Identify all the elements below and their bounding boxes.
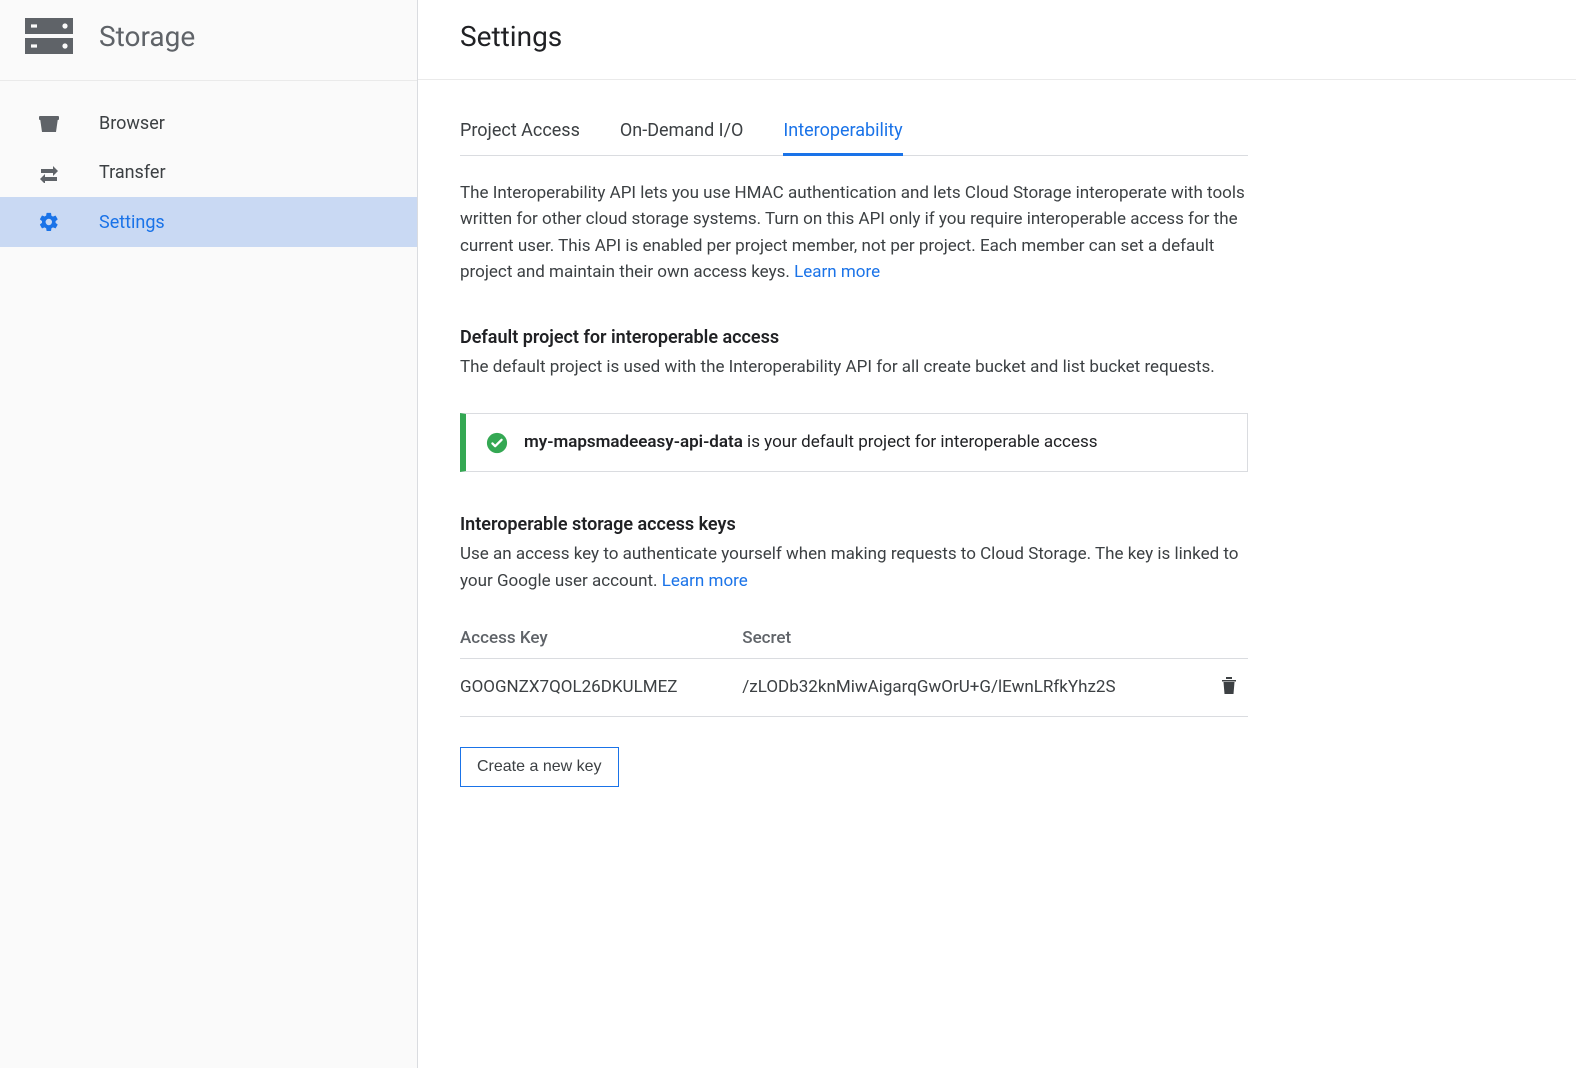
sidebar-header: Storage [0, 0, 417, 81]
table-row: GOOGNZX7QOL26DKULMEZ /zLODb32knMiwAigarq… [460, 658, 1248, 716]
sidebar-item-label: Browser [99, 113, 165, 134]
tabs: Project Access On-Demand I/O Interoperab… [460, 120, 1248, 156]
notice-project-name: my-mapsmadeeasy-api-data [524, 432, 743, 452]
page-title: Settings [418, 0, 1576, 79]
storage-icon [25, 18, 73, 54]
main-header: Settings [418, 0, 1576, 80]
intro-learn-more-link[interactable]: Learn more [794, 262, 880, 282]
tab-project-access[interactable]: Project Access [460, 120, 580, 156]
sidebar: Storage Browser Transfer Settings [0, 0, 418, 1068]
access-keys-desc: Use an access key to authenticate yourse… [460, 541, 1248, 594]
intro-text: The Interoperability API lets you use HM… [460, 180, 1248, 285]
cell-access-key: GOOGNZX7QOL26DKULMEZ [460, 658, 742, 716]
sidebar-item-label: Settings [99, 212, 165, 233]
access-keys-desc-text: Use an access key to authenticate yourse… [460, 544, 1238, 590]
access-keys-learn-more-link[interactable]: Learn more [662, 571, 748, 591]
sidebar-item-settings[interactable]: Settings [0, 197, 417, 247]
create-key-button[interactable]: Create a new key [460, 747, 619, 787]
bucket-icon [35, 114, 63, 134]
trash-icon[interactable] [1220, 680, 1238, 700]
sidebar-item-label: Transfer [99, 162, 166, 183]
check-circle-icon [486, 432, 508, 454]
default-project-heading: Default project for interoperable access [460, 327, 1248, 348]
tab-on-demand-io[interactable]: On-Demand I/O [620, 120, 744, 156]
transfer-icon [35, 163, 63, 183]
col-secret: Secret [742, 618, 1218, 659]
sidebar-title: Storage [99, 20, 195, 53]
sidebar-item-transfer[interactable]: Transfer [0, 148, 417, 197]
default-project-notice: my-mapsmadeeasy-api-data is your default… [460, 413, 1248, 473]
gear-icon [35, 211, 63, 233]
default-project-desc: The default project is used with the Int… [460, 354, 1248, 380]
notice-text: my-mapsmadeeasy-api-data is your default… [524, 430, 1098, 456]
cell-secret: /zLODb32knMiwAigarqGwOrU+G/lEwnLRfkYhz2S [742, 658, 1218, 716]
tab-interoperability[interactable]: Interoperability [783, 120, 902, 156]
notice-rest: is your default project for interoperabl… [743, 432, 1098, 452]
access-keys-heading: Interoperable storage access keys [460, 514, 1248, 535]
sidebar-item-browser[interactable]: Browser [0, 99, 417, 148]
keys-table: Access Key Secret GOOGNZX7QOL26DKULMEZ /… [460, 618, 1248, 717]
main: Settings Project Access On-Demand I/O In… [418, 0, 1576, 1068]
sidebar-nav: Browser Transfer Settings [0, 81, 417, 247]
col-access-key: Access Key [460, 618, 742, 659]
